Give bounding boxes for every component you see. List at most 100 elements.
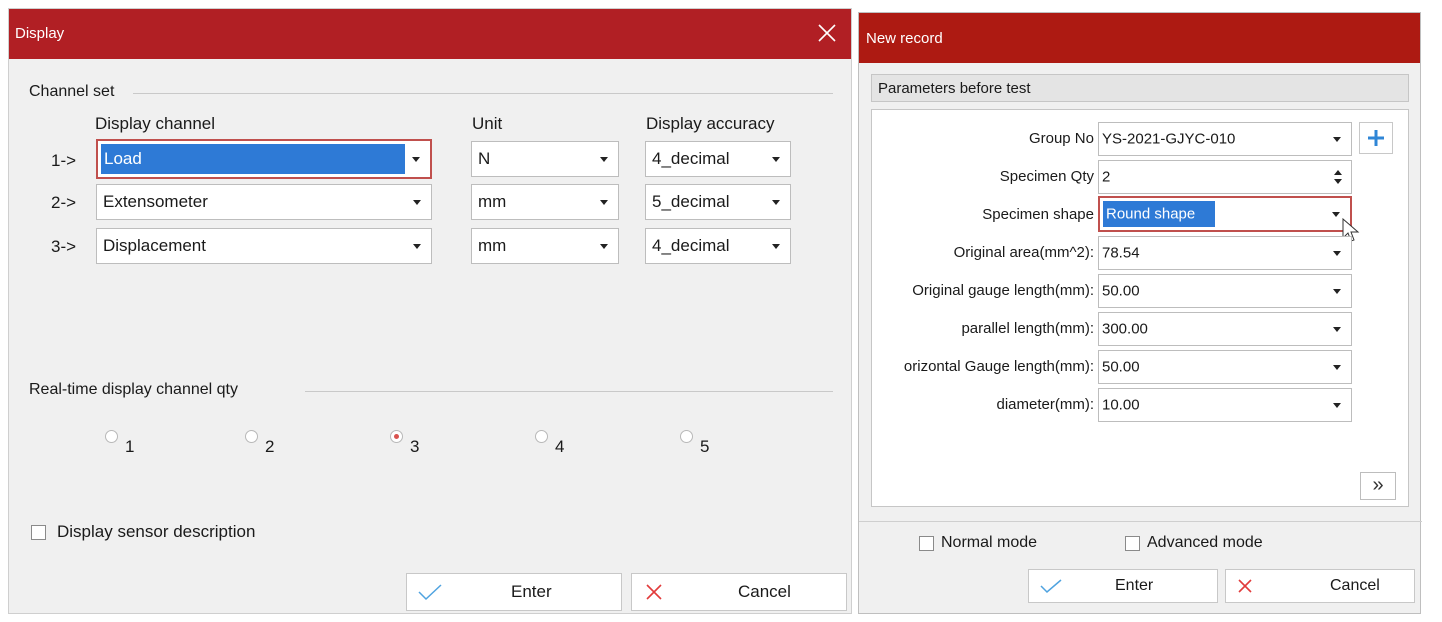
chevron-down-icon [600, 157, 608, 162]
unit-3-select[interactable]: mm [471, 228, 619, 264]
parallel-length-value: 300.00 [1102, 320, 1148, 338]
channel-set-label: Channel set [29, 83, 115, 100]
original-area-label: Original area(mm^2): [953, 244, 1094, 261]
double-chevron-right-icon: » [1372, 474, 1384, 496]
chevron-down-icon [413, 200, 421, 205]
parameters-panel: Group No YS-2021-GJYC-010 Specimen Qty 2… [871, 109, 1409, 507]
unit-2-select[interactable]: mm [471, 184, 619, 220]
diameter-value: 10.00 [1102, 396, 1140, 414]
cancel-button[interactable]: Cancel [631, 573, 847, 611]
bottom-divider [859, 521, 1422, 522]
chevron-down-icon [1333, 403, 1341, 408]
advanced-mode-checkbox[interactable] [1125, 536, 1140, 551]
unit-1-select[interactable]: N [471, 141, 619, 177]
add-group-button[interactable] [1359, 122, 1393, 154]
radio-5-label: 5 [700, 437, 710, 456]
accuracy-1-select[interactable]: 4_decimal [645, 141, 791, 177]
radio-4[interactable] [535, 430, 548, 443]
channel-1-value: Load [104, 149, 142, 168]
group-no-label: Group No [1028, 130, 1094, 147]
display-titlebar: Display [9, 9, 851, 59]
chevron-down-icon [772, 200, 780, 205]
unit-1-value: N [478, 149, 491, 168]
header-display-channel: Display channel [95, 114, 216, 133]
plus-icon [1368, 130, 1384, 146]
header-unit: Unit [472, 114, 503, 133]
expand-button[interactable]: » [1360, 472, 1396, 500]
radio-1-label: 1 [125, 437, 135, 456]
original-area-select[interactable]: 78.54 [1098, 236, 1352, 270]
chevron-down-icon [772, 157, 780, 162]
check-icon [418, 584, 442, 601]
record-cancel-label: Cancel [1330, 577, 1380, 594]
new-record-titlebar: New record [859, 13, 1420, 63]
chevron-down-icon [1333, 365, 1341, 370]
specimen-qty-value: 2 [1102, 168, 1111, 186]
radio-1[interactable] [105, 430, 118, 443]
original-gauge-length-value: 50.00 [1102, 282, 1140, 300]
specimen-shape-label: Specimen shape [982, 206, 1094, 223]
original-area-value: 78.54 [1102, 244, 1140, 262]
radio-2-label: 2 [265, 437, 275, 456]
chevron-down-icon [1333, 137, 1341, 142]
new-record-title: New record [866, 30, 943, 47]
original-gauge-length-label: Original gauge length(mm): [912, 282, 1094, 299]
accuracy-3-select[interactable]: 4_decimal [645, 228, 791, 264]
sensor-description-label: Display sensor description [57, 522, 256, 541]
realtime-label: Real-time display channel qty [29, 381, 238, 398]
specimen-qty-label: Specimen Qty [999, 168, 1094, 185]
channel-1-select[interactable]: Load [96, 139, 432, 179]
close-icon[interactable] [817, 23, 837, 43]
channel-3-select[interactable]: Displacement [96, 228, 432, 264]
display-title: Display [15, 25, 65, 42]
diameter-label: diameter(mm): [996, 396, 1094, 413]
spinner-arrows-icon[interactable] [1333, 169, 1343, 185]
chevron-down-icon [1332, 212, 1340, 217]
accuracy-2-select[interactable]: 5_decimal [645, 184, 791, 220]
radio-3-label: 3 [410, 437, 420, 456]
horizontal-gauge-length-select[interactable]: 50.00 [1098, 350, 1352, 384]
normal-mode-checkbox[interactable] [919, 536, 934, 551]
parallel-length-select[interactable]: 300.00 [1098, 312, 1352, 346]
original-gauge-length-select[interactable]: 50.00 [1098, 274, 1352, 308]
group-no-select[interactable]: YS-2021-GJYC-010 [1098, 122, 1352, 156]
row-1-index: 1-> [51, 151, 77, 170]
channel-2-select[interactable]: Extensometer [96, 184, 432, 220]
specimen-shape-value: Round shape [1106, 205, 1196, 223]
record-enter-button[interactable]: Enter [1028, 569, 1218, 603]
accuracy-2-value: 5_decimal [652, 192, 730, 211]
realtime-divider [305, 391, 833, 392]
chevron-down-icon [1333, 289, 1341, 294]
row-3-index: 3-> [51, 237, 77, 256]
radio-2[interactable] [245, 430, 258, 443]
record-enter-label: Enter [1115, 577, 1154, 594]
radio-5[interactable] [680, 430, 693, 443]
record-cancel-button[interactable]: Cancel [1225, 569, 1415, 603]
radio-4-label: 4 [555, 437, 565, 456]
cancel-label: Cancel [738, 582, 791, 601]
parameters-title: Parameters before test [878, 80, 1031, 97]
diameter-select[interactable]: 10.00 [1098, 388, 1352, 422]
specimen-shape-select[interactable]: Round shape [1098, 196, 1352, 232]
channel-set-divider [133, 93, 833, 94]
chevron-down-icon [772, 244, 780, 249]
sensor-description-checkbox[interactable] [31, 525, 46, 540]
accuracy-1-value: 4_decimal [652, 149, 730, 168]
display-dialog: Display Channel set Display channel Unit… [8, 8, 852, 614]
chevron-down-icon [1333, 327, 1341, 332]
chevron-down-icon [600, 244, 608, 249]
radio-3[interactable] [390, 430, 403, 443]
advanced-mode-label: Advanced mode [1147, 534, 1263, 551]
group-no-value: YS-2021-GJYC-010 [1102, 130, 1236, 148]
channel-2-value: Extensometer [103, 192, 208, 211]
new-record-dialog: New record Parameters before test Group … [858, 12, 1422, 614]
normal-mode-label: Normal mode [941, 534, 1038, 551]
parallel-length-label: parallel length(mm): [961, 320, 1094, 337]
selection-highlight [101, 144, 405, 174]
check-icon [1040, 579, 1062, 594]
chevron-down-icon [412, 157, 420, 162]
specimen-qty-spinner[interactable]: 2 [1098, 160, 1352, 194]
enter-label: Enter [511, 582, 552, 601]
unit-2-value: mm [478, 192, 507, 211]
enter-button[interactable]: Enter [406, 573, 622, 611]
